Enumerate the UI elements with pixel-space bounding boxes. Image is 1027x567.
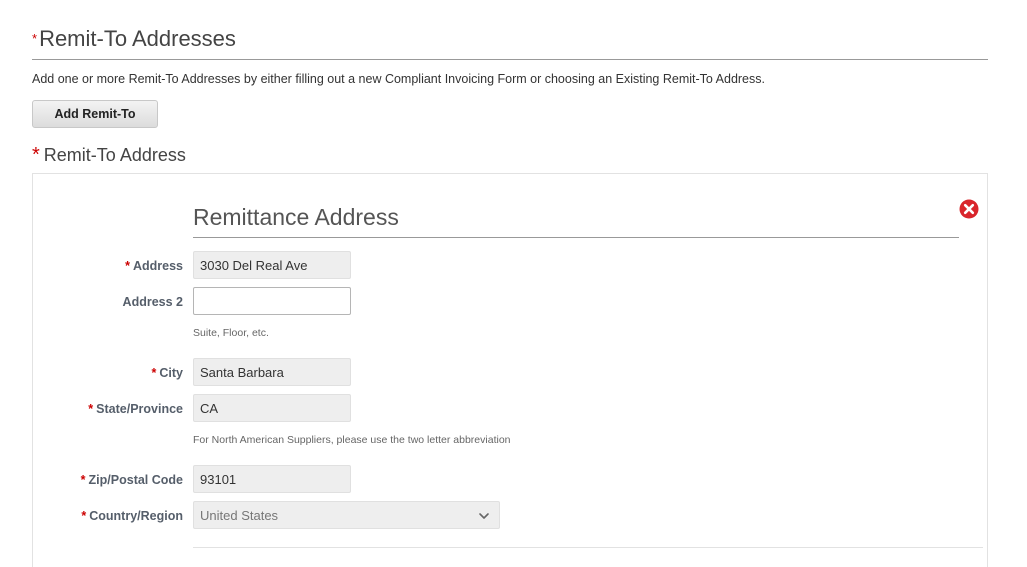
address2-label: Address 2 bbox=[122, 295, 183, 309]
address2-hint: Suite, Floor, etc. bbox=[193, 327, 269, 339]
section-title: *Remit-To Addresses bbox=[32, 26, 988, 60]
required-marker: * bbox=[32, 144, 40, 166]
address-label: * Address bbox=[125, 259, 183, 273]
country-label: * Country/Region bbox=[81, 509, 183, 523]
subsection-title-text: Remit-To Address bbox=[43, 145, 186, 165]
country-select-value: United States bbox=[200, 508, 279, 523]
address2-field[interactable] bbox=[193, 287, 351, 315]
city-field[interactable] bbox=[193, 358, 351, 386]
zip-field[interactable] bbox=[193, 465, 351, 493]
state-label: * State/Province bbox=[88, 402, 183, 416]
city-label-text: City bbox=[159, 366, 183, 380]
divider bbox=[193, 547, 983, 548]
panel-heading: Remittance Address bbox=[193, 204, 959, 238]
city-label: * City bbox=[152, 366, 184, 380]
required-marker: * bbox=[81, 509, 87, 523]
state-label-text: State/Province bbox=[96, 402, 183, 416]
chevron-down-icon bbox=[479, 513, 489, 519]
required-marker: * bbox=[80, 473, 86, 487]
remit-to-address-panel: Remittance Address *Address Address 2 Su… bbox=[32, 173, 988, 567]
close-circle-icon[interactable] bbox=[959, 199, 979, 219]
state-hint: For North American Suppliers, please use… bbox=[193, 434, 511, 446]
address-field[interactable] bbox=[193, 251, 351, 279]
country-label-text: Country/Region bbox=[89, 509, 183, 523]
required-marker: * bbox=[32, 31, 38, 46]
section-description: Add one or more Remit-To Addresses by ei… bbox=[32, 72, 765, 86]
required-marker: * bbox=[151, 366, 157, 380]
required-marker: * bbox=[88, 402, 94, 416]
state-field[interactable] bbox=[193, 394, 351, 422]
zip-label-text: Zip/Postal Code bbox=[88, 473, 183, 487]
address-label-text: Address bbox=[132, 259, 183, 273]
add-remit-to-button[interactable]: Add Remit-To bbox=[32, 100, 158, 128]
subsection-title: * Remit-To Address bbox=[32, 144, 186, 167]
required-marker: * bbox=[125, 259, 130, 273]
country-select[interactable]: United States bbox=[193, 501, 500, 529]
section-title-text: Remit-To Addresses bbox=[39, 26, 236, 51]
zip-label: * Zip/Postal Code bbox=[81, 473, 183, 487]
